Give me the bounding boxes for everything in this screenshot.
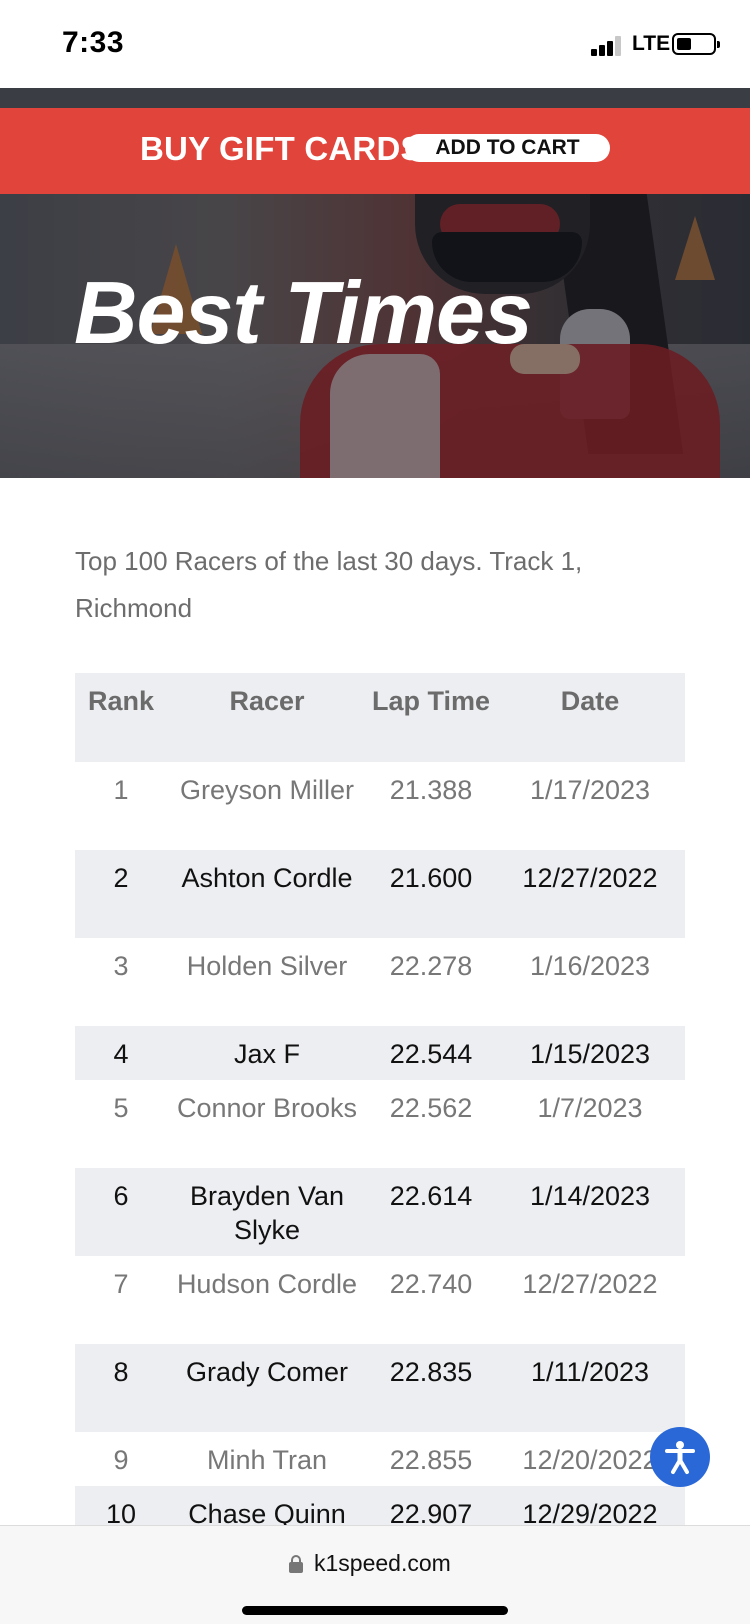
accessibility-icon: [665, 1441, 695, 1474]
lap-time-cell: 22.855: [389, 1445, 473, 1475]
gift-card-banner-text: BUY GIFT CARDS: [140, 130, 423, 167]
add-to-cart-button[interactable]: ADD TO CART: [405, 134, 610, 162]
date-cell: 1/16/2023: [529, 951, 651, 981]
rank-cell: 6: [113, 1181, 129, 1211]
rank-cell: 1: [113, 775, 129, 805]
lap-time-cell: 22.544: [389, 1039, 473, 1069]
table-row: 5 Connor Brooks 22.562 1/7/2023: [75, 1080, 685, 1168]
hero-banner: Best Times: [0, 194, 750, 478]
network-label: LTE: [632, 32, 671, 55]
racer-cell: Jax F: [233, 1039, 300, 1069]
date-cell: 1/7/2023: [537, 1093, 643, 1123]
rank-cell: 5: [113, 1093, 129, 1123]
table-row: 2 Ashton Cordle 21.600 12/27/2022: [75, 850, 685, 938]
date-cell: 12/27/2022: [522, 863, 658, 893]
lap-time-cell: 21.600: [389, 863, 473, 893]
racer-cell: Ashton Cordle: [181, 863, 353, 893]
lap-time-cell: 22.835: [389, 1357, 473, 1387]
rank-cell: 8: [113, 1357, 129, 1387]
racer-cell: Brayden Van Slyke: [189, 1181, 345, 1245]
table-row: 6 Brayden Van Slyke 22.614 1/14/2023: [75, 1168, 685, 1256]
table-row: 4 Jax F 22.544 1/15/2023: [75, 1026, 685, 1080]
rank-cell: 3: [113, 951, 129, 981]
date-cell: 1/17/2023: [529, 775, 651, 805]
lap-time-cell: 22.562: [389, 1093, 473, 1123]
table-row: 1 Greyson Miller 21.388 1/17/2023: [75, 762, 685, 850]
table-row: 3 Holden Silver 22.278 1/16/2023: [75, 938, 685, 1026]
date-cell: 1/15/2023: [529, 1039, 651, 1069]
battery-icon: [672, 33, 720, 55]
home-indicator[interactable]: [242, 1606, 508, 1615]
date-cell: 12/27/2022: [522, 1269, 658, 1299]
racer-cell: Grady Comer: [185, 1357, 349, 1387]
lock-icon: [289, 1555, 303, 1573]
rank-cell: 2: [113, 863, 129, 893]
rank-cell: 7: [113, 1269, 129, 1299]
rank-cell: 9: [113, 1445, 129, 1475]
racer-cell: Minh Tran: [206, 1445, 328, 1475]
url-text[interactable]: k1speed.com: [314, 1550, 451, 1577]
racer-cell: Holden Silver: [186, 951, 348, 981]
status-time: 7:33: [62, 26, 125, 59]
lap-time-cell: 22.740: [389, 1269, 473, 1299]
table-row: 8 Grady Comer 22.835 1/11/2023: [75, 1344, 685, 1432]
column-header-rank: Rank: [87, 686, 155, 716]
column-header-racer: Racer: [229, 686, 305, 716]
accessibility-button[interactable]: [650, 1427, 710, 1487]
leaderboard-table: Rank Racer Lap Time Date 1 Greyson Mille…: [75, 673, 685, 1540]
leaderboard-description: Top 100 Racers of the last 30 days. Trac…: [75, 546, 583, 623]
racer-cell: Greyson Miller: [179, 775, 355, 805]
page-title: Best Times: [74, 263, 533, 362]
signal-icon: [591, 34, 623, 56]
date-cell: 1/14/2023: [529, 1181, 651, 1211]
column-header-lap-time: Lap Time: [371, 686, 491, 716]
header-strip: [0, 88, 750, 108]
racer-cell: Connor Brooks: [176, 1093, 358, 1123]
status-bar: 7:33 LTE: [0, 0, 750, 88]
lap-time-cell: 22.614: [389, 1181, 473, 1211]
table-header: Rank Racer Lap Time Date: [75, 673, 685, 762]
table-row: 9 Minh Tran 22.855 12/20/2022: [75, 1432, 685, 1486]
lap-time-cell: 22.278: [389, 951, 473, 981]
table-row: 7 Hudson Cordle 22.740 12/27/2022: [75, 1256, 685, 1344]
racer-cell: Hudson Cordle: [176, 1269, 358, 1299]
gift-card-banner: BUY GIFT CARDS: [0, 108, 750, 194]
date-cell: 1/11/2023: [530, 1357, 650, 1387]
column-header-date: Date: [560, 686, 620, 716]
rank-cell: 4: [113, 1039, 129, 1069]
lap-time-cell: 21.388: [389, 775, 473, 805]
browser-address-bar[interactable]: k1speed.com: [0, 1525, 750, 1624]
